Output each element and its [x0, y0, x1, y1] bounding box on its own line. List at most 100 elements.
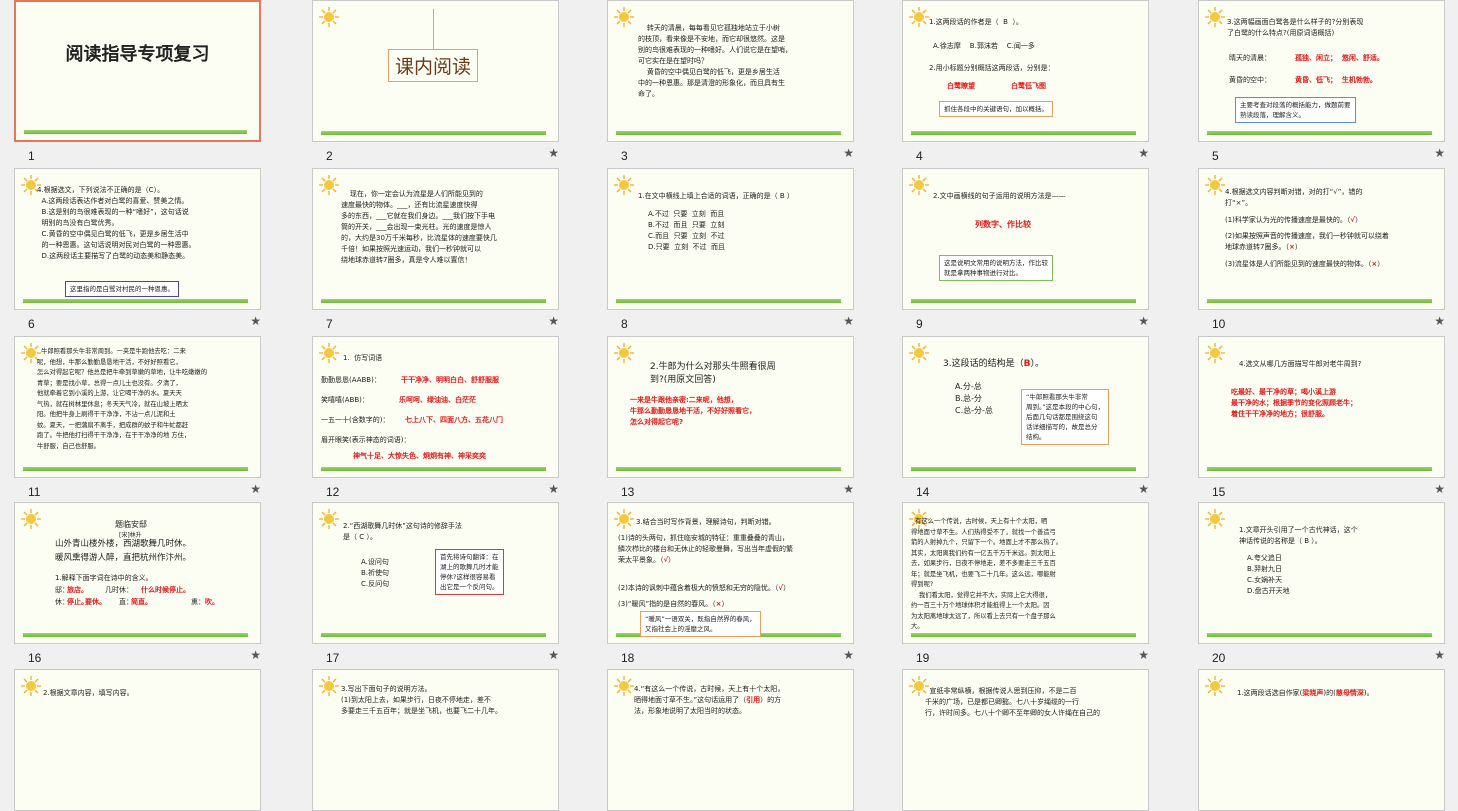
slide-canvas[interactable]: 阅读指导专项复习: [14, 0, 261, 142]
slide-number: 17: [326, 651, 340, 665]
slide-number: 2: [326, 149, 333, 163]
slide-thumbnail[interactable]: 1.文章开头引用了一个古代神话，这个 神话传说的名称是（ B ）。 A.夸父追日 …: [1198, 502, 1445, 665]
animation-star-icon[interactable]: ★: [1434, 648, 1445, 662]
slide-canvas[interactable]: 3.结合当时写作背景，理解诗句，判断对错。 (1)诗的头两句，抓住临安城的特征：重…: [607, 502, 854, 644]
slide-number: 1: [28, 149, 35, 163]
slide-text: 4.根据选文内容判断对错，对的打“√”，错的 打“×”。: [1225, 188, 1363, 207]
slide-canvas[interactable]: 2.根据文章内容，填写内容。: [14, 669, 261, 811]
slide-thumbnail[interactable]: 3.写出下面句子的说明方法。 (1)到太阳上去，如果步行，日夜不停地走，差不 多…: [312, 669, 559, 811]
animation-star-icon[interactable]: ★: [250, 648, 261, 662]
slide-canvas[interactable]: 1.在文中横线上填上合适的词语，正确的是（ B ） A.不过 只要 立刻 而且 B…: [607, 168, 854, 310]
slide-canvas[interactable]: 4.“有这么一个传说，古时候，天上有十个太阳， 晒得地面寸草不生。”这句话运用了…: [607, 669, 854, 811]
slide-canvas[interactable]: 2.牛郎为什么对那头牛照看很周 到?(用原文回答) 一来是牛跟他亲密:二来呢，他想…: [607, 336, 854, 478]
slide-text: 一五一十(含数字的)：: [321, 416, 390, 424]
sun-icon: [614, 7, 634, 27]
animation-star-icon[interactable]: ★: [1434, 482, 1445, 496]
item-close: ）: [783, 584, 791, 592]
slide-thumbnail[interactable]: 2.牛郎为什么对那头牛照看很周 到?(用原文回答) 一来是牛跟他亲密:二来呢，他想…: [607, 336, 854, 499]
animation-star-icon[interactable]: ★: [250, 314, 261, 328]
animation-star-icon[interactable]: ★: [548, 146, 559, 160]
slide-thumbnail[interactable]: 题临安邸 [宋]林升 山外青山楼外楼，西湖歌舞几时休。 暖风熏得游人醉，直把杭州作汴州…: [14, 502, 261, 665]
slide-text: A.设问句 B.祈使句 C.反问句: [361, 558, 390, 588]
slide-canvas[interactable]: 2.文中画横线的句子运用的说明方法是—— 列数字、作比较 这是说明文常用的说明方法，…: [902, 168, 1149, 310]
slide-text: 转天的清晨，每每看见它孤独地站立于小树 的枝顶，看来像是不安地，而它却很悠然。这…: [638, 24, 792, 98]
slide-thumbnail[interactable]: 1.在文中横线上填上合适的词语，正确的是（ B ） A.不过 只要 立刻 而且 B…: [607, 168, 854, 331]
slide-canvas[interactable]: 4.根据选文，下列说法不正确的是（C）。 A.这两段话表达作者对白鹭的喜爱、赞美…: [14, 168, 261, 310]
item-text: (3)“暖风”指的是自然的春风。（: [618, 600, 716, 608]
slide-text: 暖风熏得游人醉，直把杭州作汴州。: [55, 553, 192, 563]
slide-thumbnail[interactable]: 3.结合当时写作背景，理解诗句，判断对错。 (1)诗的头两句，抓住临安城的特征：重…: [607, 502, 854, 665]
callout-box: “暖风”一语双关，既指自然界的春风， 又指社会上的淫靡之风。: [640, 611, 761, 637]
slide-canvas[interactable]: 3.写出下面句子的说明方法。 (1)到太阳上去，如果步行，日夜不停地走，差不 多…: [312, 669, 559, 811]
slide-canvas[interactable]: 课内阅读: [312, 0, 559, 142]
slide-title: 课内阅读: [388, 49, 479, 82]
slide-canvas[interactable]: 宣纸非常纵横，根据传说人思到压抑，不是二百 千米的广场，已是都已卿懿。七八十岁绳…: [902, 669, 1149, 811]
animation-star-icon[interactable]: ★: [548, 648, 559, 662]
slide-thumbnail[interactable]: 1.这两段话选自作家(梁晓声)的(慈母情深)。: [1198, 669, 1445, 811]
slide-divider: [1207, 467, 1432, 471]
animation-star-icon[interactable]: ★: [1434, 314, 1445, 328]
slide-text: A.徐志摩 B.郭沫若 C.闻一多: [933, 42, 1035, 50]
animation-star-icon[interactable]: ★: [843, 314, 854, 328]
slide-canvas[interactable]: 题临安邸 [宋]林升 山外青山楼外楼，西湖歌舞几时休。 暖风熏得游人醉，直把杭州作汴州…: [14, 502, 261, 644]
judgement-item: (2)本诗的讽刺中蕴含着极大的愤怒和无穷的隐忧。（√）: [618, 583, 790, 594]
animation-star-icon[interactable]: ★: [548, 314, 559, 328]
slide-canvas[interactable]: 3.这两幅画面白鹭各是什么样子的?分别表现 了白鹭的什么特点?(用原词语概括) 晴…: [1198, 0, 1445, 142]
slide-thumbnail[interactable]: 4.选文从哪几方面描写牛郎对老牛周到? 吃最好、最干净的草；喝小溪上游 最干净的水…: [1198, 336, 1445, 499]
slide-thumbnail[interactable]: 阅读指导专项复习 1: [14, 0, 261, 163]
animation-star-icon[interactable]: ★: [1138, 648, 1149, 662]
slide-canvas[interactable]: 转天的清晨，每每看见它孤独地站立于小树 的枝顶，看来像是不安地，而它却很悠然。这…: [607, 0, 854, 142]
sun-icon: [614, 676, 634, 696]
slide-canvas[interactable]: 2.“西湖歌舞几时休”这句诗的修辞手法 是（ C ）。 A.设问句 B.祈使句 C…: [312, 502, 559, 644]
slide-thumbnail[interactable]: 2.根据文章内容，填写内容。: [14, 669, 261, 811]
animation-star-icon[interactable]: ★: [843, 648, 854, 662]
slide-text: 列数字、作比较: [975, 220, 1031, 229]
slide-thumbnail[interactable]: 4.根据选文内容判断对错，对的打“√”，错的 打“×”。 (1)科学家认为光的传播…: [1198, 168, 1445, 331]
animation-star-icon[interactable]: ★: [1138, 314, 1149, 328]
slide-canvas[interactable]: 3.这段话的结构是（B）。 A.分-总 B.总-分 C.总-分-总 “牛郎照看那头牛…: [902, 336, 1149, 478]
slide-canvas[interactable]: 1.这两段话选自作家(梁晓声)的(慈母情深)。: [1198, 669, 1445, 811]
slide-text: 1.在文中横线上填上合适的词语，正确的是（ B ）: [638, 192, 794, 200]
slide-number: 6: [28, 317, 35, 331]
slide-thumbnail[interactable]: 课内阅读 2 ★: [312, 0, 559, 163]
slide-text: 要休。: [85, 598, 106, 606]
slide-text: 山外青山楼外楼，西湖歌舞几时休。: [55, 539, 192, 549]
slide-thumbnail[interactable]: 2.“西湖歌舞几时休”这句诗的修辞手法 是（ C ）。 A.设问句 B.祈使句 C…: [312, 502, 559, 665]
slide-canvas[interactable]: 1. 仿写词语 勤勤恳恳(AABB)： 干干净净、明明白白、舒舒服服 笑嘻嘻(ABB)…: [312, 336, 559, 478]
slide-thumbnail[interactable]: 4.根据选文，下列说法不正确的是（C）。 A.这两段话表达作者对白鹭的喜爱、赞美…: [14, 168, 261, 331]
question-text: ）。: [1030, 359, 1044, 369]
slide-divider: [1207, 131, 1432, 135]
animation-star-icon[interactable]: ★: [548, 482, 559, 496]
slide-thumbnail[interactable]: 2.文中画横线的句子运用的说明方法是—— 列数字、作比较 这是说明文常用的说明方法，…: [902, 168, 1149, 331]
animation-star-icon[interactable]: ★: [1138, 146, 1149, 160]
animation-star-icon[interactable]: ★: [1138, 482, 1149, 496]
slide-text: 七上八下、四面八方、五花八门: [405, 416, 503, 424]
slide-canvas[interactable]: 现在，你一定会认为流星是人们所能见到的 速度最快的物体。___，还有比流星速度快…: [312, 168, 559, 310]
slide-canvas[interactable]: 4.根据选文内容判断对错，对的打“√”，错的 打“×”。 (1)科学家认为光的传播…: [1198, 168, 1445, 310]
slide-thumbnail[interactable]: 1. 仿写词语 勤勤恳恳(AABB)： 干干净净、明明白白、舒舒服服 笑嘻嘻(ABB)…: [312, 336, 559, 499]
slide-divider: [321, 131, 546, 135]
slide-thumbnail[interactable]: 4.“有这么一个传说，古时候，天上有十个太阳， 晒得地面寸草不生。”这句话运用了…: [607, 669, 854, 811]
slide-canvas[interactable]: 有这么一个传说，古时候，天上有十个太阳，晒 得地面寸草不生。人们热得受不了，就找…: [902, 502, 1149, 644]
slide-thumbnail[interactable]: 牛郎照看那头牛非常周到。一夹是牛跑他去吃：二来 呢，他想，牛那么勤勤恳恳地干活，…: [14, 336, 261, 499]
slide-divider: [23, 299, 248, 303]
slide-canvas[interactable]: 1.文章开头引用了一个古代神话，这个 神话传说的名称是（ B ）。 A.夸父追日 …: [1198, 502, 1445, 644]
animation-star-icon[interactable]: ★: [843, 146, 854, 160]
slide-thumbnail[interactable]: 现在，你一定会认为流星是人们所能见到的 速度最快的物体。___，还有比流星速度快…: [312, 168, 559, 331]
animation-star-icon[interactable]: ★: [250, 482, 261, 496]
slide-thumbnail[interactable]: 3.这两幅画面白鹭各是什么样子的?分别表现 了白鹭的什么特点?(用原词语概括) 晴…: [1198, 0, 1445, 163]
slide-thumbnail[interactable]: 3.这段话的结构是（B）。 A.分-总 B.总-分 C.总-分-总 “牛郎照看那头牛…: [902, 336, 1149, 499]
slide-thumbnail[interactable]: 1.这两段话的作者是（ B ）。 A.徐志摩 B.郭沫若 C.闻一多 2.用小标题分…: [902, 0, 1149, 163]
slide-thumbnail[interactable]: 转天的清晨，每每看见它孤独地站立于小树 的枝顶，看来像是不安地，而它却很悠然。这…: [607, 0, 854, 163]
animation-star-icon[interactable]: ★: [843, 482, 854, 496]
slide-canvas[interactable]: 1.这两段话的作者是（ B ）。 A.徐志摩 B.郭沫若 C.闻一多 2.用小标题分…: [902, 0, 1149, 142]
sun-icon: [614, 509, 634, 529]
slide-canvas[interactable]: 牛郎照看那头牛非常周到。一夹是牛跑他去吃：二来 呢，他想，牛那么勤勤恳恳地干活，…: [14, 336, 261, 478]
slide-text: 1.解释下面字词在诗中的含义。: [55, 574, 153, 582]
animation-star-icon[interactable]: ★: [1434, 146, 1445, 160]
slide-canvas[interactable]: 4.选文从哪几方面描写牛郎对老牛周到? 吃最好、最干净的草；喝小溪上游 最干净的水…: [1198, 336, 1445, 478]
slide-thumbnail[interactable]: 宣纸非常纵横，根据传说人思到压抑，不是二百 千米的广场，已是都已卿懿。七八十岁绳…: [902, 669, 1149, 811]
slide-number: 11: [28, 485, 41, 499]
slide-text: 1.这两段话的作者是（ B ）。: [929, 18, 1023, 26]
slide-thumbnail[interactable]: 有这么一个传说，古时候，天上有十个太阳，晒 得地面寸草不生。人们热得受不了，就找…: [902, 502, 1149, 665]
